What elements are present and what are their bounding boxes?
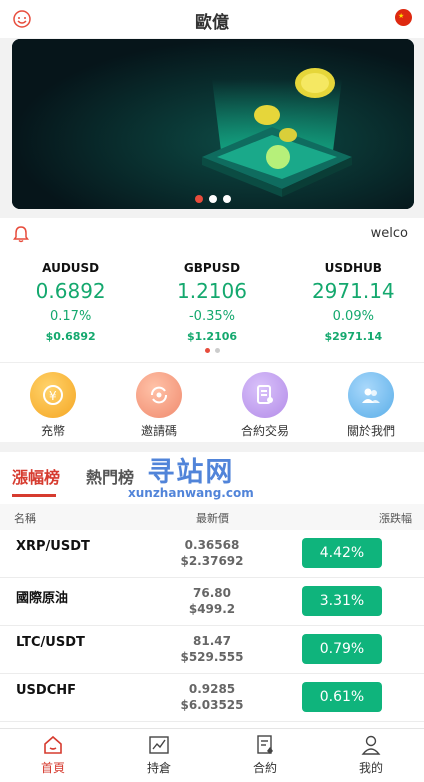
bell-icon	[13, 226, 29, 243]
user-icon	[361, 735, 381, 755]
contract-doc-icon	[257, 735, 273, 754]
shortcut-invite[interactable]: 邀請碼	[106, 363, 212, 442]
banner-image	[12, 39, 414, 209]
quote-percent: 0.09%	[332, 309, 374, 324]
table-row[interactable]: XRP/USDT 0.36568 $2.37692 4.42%	[0, 530, 424, 578]
svg-text:★: ★	[398, 12, 404, 20]
quote-percent: -0.35%	[188, 309, 235, 324]
change-badge: 4.42%	[302, 538, 382, 568]
quote-symbol: GBPUSD	[183, 261, 241, 275]
table-row[interactable]: 國際原油 76.80 $499.2 3.31%	[0, 578, 424, 626]
nav-label: 合約	[252, 761, 277, 775]
table-row[interactable]: USDCHF 0.9285 $6.03525 0.61%	[0, 674, 424, 722]
nav-label: 持倉	[146, 761, 171, 775]
shortcut-label: 關於我們	[346, 424, 395, 438]
table-row[interactable]: LTC/USDT 81.47 $529.555 0.79%	[0, 626, 424, 674]
quote-percent: 0.17%	[50, 309, 92, 324]
ranking-list: XRP/USDT 0.36568 $2.37692 4.42% 國際原油 76.…	[0, 530, 424, 722]
quote-price: 0.6892	[35, 279, 106, 303]
quote-usd: $2971.14	[324, 330, 383, 343]
watermark-title: 寻站网	[147, 457, 235, 488]
quote-card[interactable]: GBPUSD 1.2106 -0.35% $1.2106	[141, 248, 282, 362]
row-price-usd: $6.03525	[180, 698, 244, 712]
notice-text: welco	[370, 226, 408, 241]
shortcut-deposit[interactable]: ¥ 充幣	[0, 363, 106, 442]
row-symbol: 國際原油	[16, 591, 69, 606]
quote-symbol: USDHUB	[324, 261, 382, 275]
bottom-nav: 首頁 持倉 合約 我的	[0, 728, 424, 782]
top-bar: 歐億 ★	[0, 0, 424, 38]
shortcut-label: 充幣	[40, 424, 65, 438]
row-price: 0.9285	[188, 682, 236, 696]
column-name: 名稱	[14, 512, 36, 525]
notice-bar[interactable]: welco	[0, 218, 424, 248]
row-symbol: XRP/USDT	[16, 539, 90, 554]
nav-label: 我的	[358, 761, 383, 775]
active-tab-indicator	[12, 494, 56, 497]
chart-icon	[149, 736, 169, 754]
contract-icon	[242, 372, 288, 418]
quote-dot[interactable]	[214, 348, 220, 353]
quote-usd: $0.6892	[45, 330, 96, 343]
deposit-icon: ¥	[30, 372, 76, 418]
shortcut-label: 合約交易	[240, 424, 289, 438]
row-price-usd: $529.555	[180, 650, 244, 664]
ranking-tabs: 漲幅榜 熱門榜 寻站网 xunzhanwang.com	[0, 450, 424, 500]
quote-usd: $1.2106	[186, 330, 238, 343]
quote-symbol: AUDUSD	[42, 261, 100, 275]
row-price: 81.47	[193, 634, 231, 648]
shortcut-bar: ¥ 充幣 邀請碼 合約交易 關於我們	[0, 362, 424, 442]
change-badge: 0.61%	[302, 682, 382, 712]
row-price: 76.80	[193, 586, 231, 600]
carousel-dot[interactable]	[223, 195, 231, 203]
column-price: 最新價	[196, 512, 229, 525]
table-header: 名稱 最新價 漲跌幅	[0, 504, 424, 530]
home-icon	[44, 735, 62, 754]
quote-carousel[interactable]: AUDUSD 0.6892 0.17% $0.6892 GBPUSD 1.210…	[0, 248, 424, 362]
row-price-usd: $499.2	[188, 602, 236, 616]
quote-price: 2971.14	[311, 279, 395, 303]
quote-card[interactable]: AUDUSD 0.6892 0.17% $0.6892	[0, 248, 141, 362]
shortcut-contract[interactable]: 合約交易	[212, 363, 318, 442]
change-badge: 3.31%	[302, 586, 382, 616]
invite-icon	[136, 372, 182, 418]
carousel-dot[interactable]	[195, 195, 203, 203]
tab-gainers[interactable]: 漲幅榜	[12, 464, 60, 488]
watermark-url: xunzhanwang.com	[128, 486, 254, 500]
nav-positions[interactable]: 持倉	[106, 729, 212, 782]
row-symbol: USDCHF	[16, 683, 77, 698]
quote-dots[interactable]	[0, 348, 424, 353]
carousel-dots[interactable]	[12, 195, 414, 203]
row-price: 0.36568	[184, 538, 240, 552]
nav-home[interactable]: 首頁	[0, 729, 106, 782]
nav-contract[interactable]: 合約	[212, 729, 318, 782]
nav-profile[interactable]: 我的	[318, 729, 424, 782]
row-symbol: LTC/USDT	[16, 635, 85, 650]
quote-card[interactable]: USDHUB 2971.14 0.09% $2971.14	[283, 248, 424, 362]
quote-price: 1.2106	[177, 279, 247, 303]
svg-text:¥: ¥	[49, 389, 57, 403]
change-badge: 0.79%	[302, 634, 382, 664]
ranking-section: 漲幅榜 熱門榜 寻站网 xunzhanwang.com 名稱 最新價 漲跌幅 X…	[0, 452, 424, 728]
about-icon	[348, 372, 394, 418]
page-title: 歐億	[195, 13, 229, 33]
nav-label: 首頁	[40, 761, 65, 775]
quote-dot[interactable]	[204, 348, 210, 353]
tab-popular[interactable]: 熱門榜	[86, 464, 134, 488]
banner-carousel[interactable]	[12, 39, 414, 209]
china-flag-icon[interactable]: ★	[395, 9, 412, 26]
shortcut-about[interactable]: 關於我們	[318, 363, 424, 442]
row-price-usd: $2.37692	[180, 554, 244, 568]
watermark: 寻站网 xunzhanwang.com	[128, 450, 254, 500]
carousel-dot[interactable]	[209, 195, 217, 203]
shortcut-label: 邀請碼	[140, 424, 177, 438]
column-change: 漲跌幅	[379, 512, 412, 525]
